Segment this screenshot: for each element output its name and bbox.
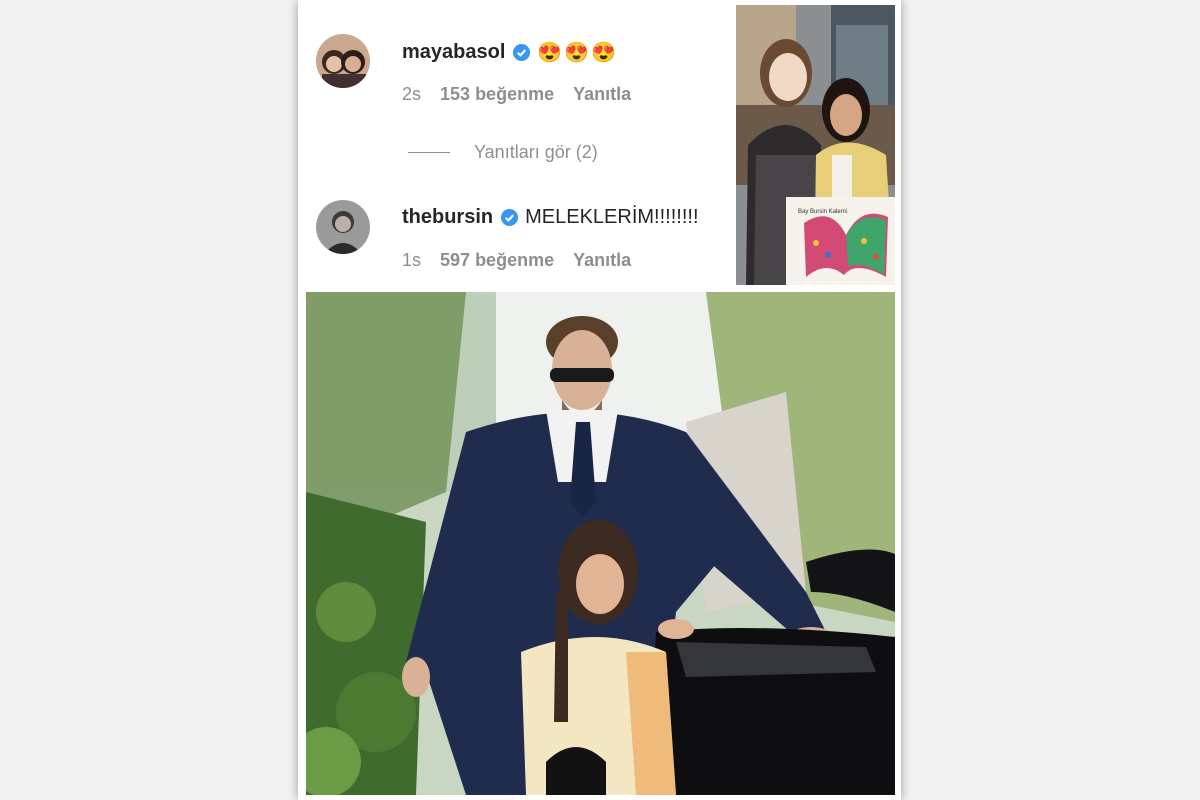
comment-age: 1s (402, 250, 422, 270)
suit-man-photo (306, 292, 895, 795)
view-replies-button[interactable]: Yanıtları gör (2) (408, 142, 598, 163)
girls-photo: Bay Bursin Kalemi (736, 5, 895, 285)
comments-card: mayabasol 😍😍😍 2s 153 beğenme Yanıtla Yan… (298, 0, 901, 800)
view-replies-label: Yanıtları gör (2) (474, 142, 598, 162)
comment-meta: 2s 153 beğenme Yanıtla (402, 84, 645, 105)
verified-badge-icon (500, 208, 519, 227)
comment-text: MELEKLERİM!!!!!!!! (525, 206, 699, 228)
drawing-caption: Bay Bursin Kalemi (798, 209, 847, 215)
avatar[interactable] (316, 200, 370, 254)
reply-link[interactable]: Yanıtla (573, 250, 631, 270)
comment-header: thebursin MELEKLERİM!!!!!!!! (402, 206, 699, 229)
likes-count[interactable]: 597 beğenme (440, 250, 554, 270)
username[interactable]: mayabasol (402, 41, 505, 64)
heart-eyes-emoji: 😍😍😍 (537, 42, 619, 64)
comment-header: mayabasol 😍😍😍 (402, 40, 618, 65)
divider (408, 152, 450, 153)
likes-count[interactable]: 153 beğenme (440, 84, 554, 104)
username[interactable]: thebursin (402, 206, 493, 229)
reply-link[interactable]: Yanıtla (573, 84, 631, 104)
comment-age: 2s (402, 84, 422, 104)
comment-meta: 1s 597 beğenme Yanıtla (402, 250, 645, 271)
verified-badge-icon (512, 43, 531, 62)
avatar[interactable] (316, 34, 370, 88)
